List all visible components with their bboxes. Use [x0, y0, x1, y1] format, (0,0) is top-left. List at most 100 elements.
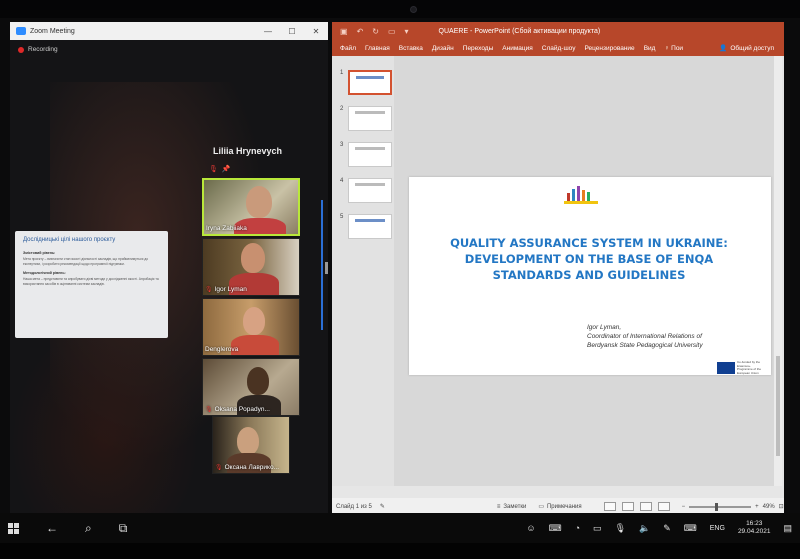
notifications-icon[interactable]: ▤ [783, 523, 792, 534]
tab-home[interactable]: Главная [365, 45, 390, 52]
scrollbar-thumb[interactable] [776, 356, 780, 456]
share-button[interactable]: 👤 Общий доступ [719, 44, 774, 53]
slide-thumbnail-pane: 1 2 3 4 5 [332, 56, 394, 486]
slide-title[interactable]: QUALITY ASSURANCE SYSTEM IN UKRAINE: DEV… [439, 235, 739, 283]
slide-number: 5 [340, 214, 344, 220]
tab-insert[interactable]: Вставка [399, 45, 423, 52]
share-label: Общий доступ [730, 44, 774, 52]
current-slide[interactable]: QUALITY ASSURANCE SYSTEM IN UKRAINE: DEV… [409, 177, 771, 375]
ppt-titlebar[interactable]: ▣ ↶ ↻ ▭ ▾ QUAERE - PowerPoint (Сбой акти… [332, 22, 784, 40]
slide-sorter-icon[interactable] [621, 502, 634, 511]
shared-section-heading: Змістовий рівень: [23, 251, 56, 255]
powerpoint-window: ▣ ↶ ↻ ▭ ▾ QUAERE - PowerPoint (Сбой акти… [332, 22, 784, 515]
minimize-button[interactable]: — [256, 27, 280, 36]
accessibility-icon[interactable]: ✎ [380, 503, 385, 510]
pen-icon[interactable]: ✎ [663, 523, 671, 534]
zoom-control: − + 49% ⊡ [682, 502, 784, 511]
split-divider-handle[interactable] [325, 262, 328, 274]
slide-thumbnail-image[interactable] [348, 142, 392, 167]
zoom-titlebar[interactable]: Zoom Meeting — ☐ ✕ [10, 22, 328, 40]
speaker-status-icons: 🎙 📌 [209, 165, 231, 173]
participant-tile[interactable]: Denglerova [202, 298, 300, 356]
shared-screen[interactable]: Дослідницькі цілі нашого проєкту Змістов… [15, 231, 168, 338]
active-speaker-name: Liliia Hrynevych [213, 146, 283, 156]
tab-animations[interactable]: Анимация [502, 45, 533, 52]
participant-video [241, 243, 265, 273]
slide-author-block[interactable]: Igor Lyman, Coordinator of International… [587, 323, 769, 350]
slide-thumbnail[interactable]: 2 [340, 106, 392, 131]
participant-tile[interactable]: 🎙 Igor Lyman [202, 238, 300, 296]
clock-time: 16:23 [746, 520, 763, 527]
slide-thumbnail[interactable]: 3 [340, 142, 392, 167]
slide-thumbnail-image[interactable] [348, 214, 392, 239]
redo-icon[interactable]: ↻ [372, 27, 379, 36]
eu-logo-text: Co-funded by the Erasmus+ Programme of t… [737, 360, 762, 375]
participant-tile[interactable]: 🎙 Oksana Popadyn... [202, 358, 300, 416]
slide-thumbnail-image[interactable] [348, 178, 392, 203]
shared-section-text: Мета проєкту – визначити стан якості дія… [23, 257, 149, 266]
zoom-out-icon[interactable]: − [682, 504, 686, 510]
slide-counter: Слайд 1 из 5 [336, 503, 372, 510]
tell-me-search[interactable]: ♀ Пои [664, 45, 683, 52]
tab-view[interactable]: Вид [644, 45, 656, 52]
fit-slide-icon[interactable]: ⊡ [779, 503, 784, 510]
slide-number: 1 [340, 70, 344, 76]
battery-icon[interactable]: ▭ [593, 523, 602, 534]
tab-slideshow[interactable]: Слайд-шоу [542, 45, 576, 52]
close-button[interactable]: ✕ [304, 27, 328, 36]
participant-video [246, 186, 272, 218]
undo-icon[interactable]: ↶ [357, 27, 364, 36]
customize-dropdown-icon[interactable]: ▾ [405, 27, 409, 36]
zoom-in-icon[interactable]: + [755, 504, 759, 510]
screen-reflection-lower [10, 322, 200, 514]
screen-bezel-top [0, 0, 800, 18]
normal-view-icon[interactable] [603, 502, 616, 511]
volume-icon[interactable]: 🔈 [639, 523, 650, 534]
slide-thumbnail-image[interactable] [348, 106, 392, 131]
notes-button[interactable]: ≡ Заметки [497, 504, 526, 510]
people-icon[interactable]: ☺ [526, 523, 535, 533]
notes-label: Заметки [503, 503, 527, 510]
vertical-scrollbar[interactable] [774, 56, 782, 486]
slide-number: 3 [340, 142, 344, 148]
slide-number: 2 [340, 106, 344, 112]
wifi-icon[interactable]: ◔ [575, 523, 580, 533]
slide-thumbnail-image[interactable] [348, 70, 392, 95]
pin-icon[interactable]: 📌 [222, 165, 231, 173]
reading-view-icon[interactable] [639, 502, 652, 511]
recording-indicator[interactable]: Recording [18, 46, 58, 53]
slide-thumbnail[interactable]: 4 [340, 178, 392, 203]
comments-button[interactable]: ▭ Примечания [538, 503, 581, 511]
slide-editing-canvas[interactable]: QUALITY ASSURANCE SYSTEM IN UKRAINE: DEV… [394, 56, 776, 486]
microphone-icon[interactable]: 🎙 [615, 523, 626, 534]
touch-keyboard-icon[interactable]: ⌨ [549, 523, 562, 534]
slideshow-view-icon[interactable] [657, 502, 670, 511]
language-indicator[interactable]: ENG [710, 525, 725, 532]
start-windows-icon[interactable] [8, 522, 19, 534]
back-arrow-icon[interactable]: ← [46, 521, 58, 535]
zoom-slider-handle[interactable] [715, 502, 719, 511]
slide-number: 4 [340, 178, 344, 184]
participant-name: Iryna Zabiiaka [206, 225, 247, 232]
project-logo-icon [564, 186, 598, 204]
mic-muted-icon: 🎙 [205, 287, 213, 293]
save-icon[interactable]: ▣ [340, 27, 348, 36]
slide-thumbnail[interactable]: 5 [340, 214, 392, 239]
slide-thumbnail[interactable]: 1 [340, 70, 392, 95]
task-view-icon[interactable]: ⧉ [119, 521, 128, 536]
zoom-level[interactable]: 49% [763, 504, 775, 510]
tab-design[interactable]: Дизайн [432, 45, 454, 52]
keyboard-icon[interactable]: ⌨ [684, 523, 697, 534]
slideshow-start-icon[interactable]: ▭ [388, 27, 396, 36]
participant-tile[interactable]: 🎙 Оксана Лаврико... [212, 416, 290, 474]
participant-tile[interactable]: Iryna Zabiiaka [202, 178, 300, 236]
system-clock[interactable]: 16:23 29.04.2021 [738, 520, 771, 536]
zoom-slider[interactable] [689, 502, 752, 511]
tab-transitions[interactable]: Переходы [463, 45, 494, 52]
tab-file[interactable]: Файл [340, 45, 356, 52]
lightbulb-icon: ♀ [664, 44, 670, 52]
search-icon[interactable]: ⌕ [85, 521, 92, 536]
tab-review[interactable]: Рецензирование [584, 45, 634, 52]
mic-muted-icon: 🎙 [209, 166, 218, 173]
maximize-button[interactable]: ☐ [280, 27, 304, 36]
